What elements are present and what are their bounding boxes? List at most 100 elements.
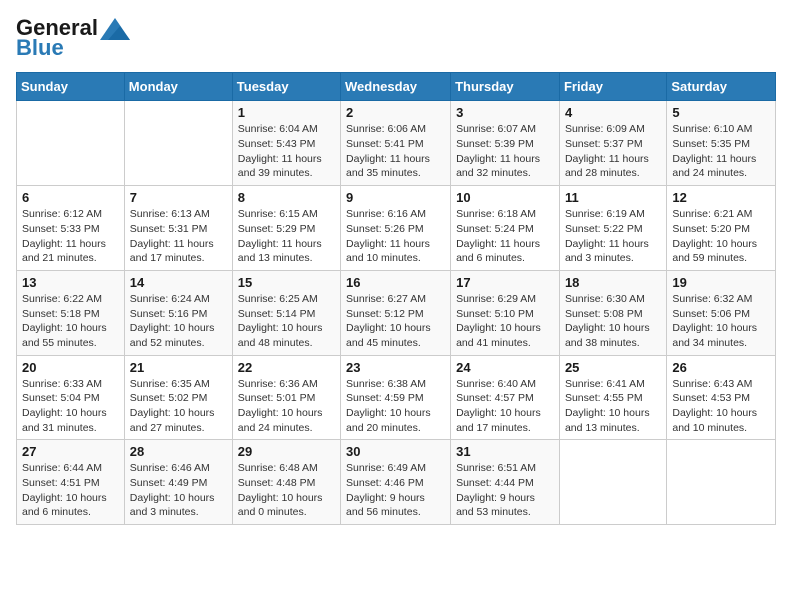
calendar-cell: 1Sunrise: 6:04 AM Sunset: 5:43 PM Daylig… xyxy=(232,101,340,186)
calendar-cell xyxy=(559,440,666,525)
logo: General Blue xyxy=(16,16,130,60)
day-number: 5 xyxy=(672,105,770,120)
calendar-cell: 13 Sunrise: 6:22 AM Sunset: 5:18 PM Dayli… xyxy=(17,270,125,355)
day-info: Sunrise: 6:44 AM Sunset: 4:51 PM Dayligh… xyxy=(22,461,119,520)
day-info: Sunrise: 6:51 AM Sunset: 4:44 PM Dayligh… xyxy=(456,461,554,520)
day-info: Sunrise: 6:49 AM Sunset: 4:46 PM Dayligh… xyxy=(346,461,445,520)
calendar-cell: 8 Sunrise: 6:15 AM Sunset: 5:29 PM Daylig… xyxy=(232,186,340,271)
page-header: General Blue xyxy=(16,16,776,60)
day-number: 23 xyxy=(346,360,445,375)
day-number: 12 xyxy=(672,190,770,205)
day-number: 19 xyxy=(672,275,770,290)
weekday-header-monday: Monday xyxy=(124,73,232,101)
calendar-week-1: 1Sunrise: 6:04 AM Sunset: 5:43 PM Daylig… xyxy=(17,101,776,186)
calendar-cell: 24 Sunrise: 6:40 AM Sunset: 4:57 PM Dayli… xyxy=(451,355,560,440)
calendar-cell: 18 Sunrise: 6:30 AM Sunset: 5:08 PM Dayli… xyxy=(559,270,666,355)
calendar-cell: 10Sunrise: 6:18 AM Sunset: 5:24 PM Dayli… xyxy=(451,186,560,271)
day-info: Sunrise: 6:41 AM Sunset: 4:55 PM Dayligh… xyxy=(565,377,661,436)
day-info: Sunrise: 6:15 AM Sunset: 5:29 PM Dayligh… xyxy=(238,207,335,266)
calendar-cell: 23 Sunrise: 6:38 AM Sunset: 4:59 PM Dayli… xyxy=(341,355,451,440)
day-number: 14 xyxy=(130,275,227,290)
day-number: 2 xyxy=(346,105,445,120)
day-number: 24 xyxy=(456,360,554,375)
calendar-cell: 2 Sunrise: 6:06 AM Sunset: 5:41 PM Daylig… xyxy=(341,101,451,186)
day-info: Sunrise: 6:24 AM Sunset: 5:16 PM Dayligh… xyxy=(130,292,227,351)
day-info: Sunrise: 6:29 AM Sunset: 5:10 PM Dayligh… xyxy=(456,292,554,351)
calendar-week-5: 27 Sunrise: 6:44 AM Sunset: 4:51 PM Dayli… xyxy=(17,440,776,525)
day-info: Sunrise: 6:10 AM Sunset: 5:35 PM Dayligh… xyxy=(672,122,770,181)
day-number: 13 xyxy=(22,275,119,290)
day-info: Sunrise: 6:22 AM Sunset: 5:18 PM Dayligh… xyxy=(22,292,119,351)
calendar-table: SundayMondayTuesdayWednesdayThursdayFrid… xyxy=(16,72,776,525)
day-info: Sunrise: 6:09 AM Sunset: 5:37 PM Dayligh… xyxy=(565,122,661,181)
day-info: Sunrise: 6:46 AM Sunset: 4:49 PM Dayligh… xyxy=(130,461,227,520)
calendar-cell: 27 Sunrise: 6:44 AM Sunset: 4:51 PM Dayli… xyxy=(17,440,125,525)
day-number: 18 xyxy=(565,275,661,290)
calendar-cell: 5 Sunrise: 6:10 AM Sunset: 5:35 PM Daylig… xyxy=(667,101,776,186)
day-info: Sunrise: 6:19 AM Sunset: 5:22 PM Dayligh… xyxy=(565,207,661,266)
calendar-cell xyxy=(667,440,776,525)
logo-icon xyxy=(100,18,130,40)
day-number: 8 xyxy=(238,190,335,205)
day-number: 22 xyxy=(238,360,335,375)
day-number: 3 xyxy=(456,105,554,120)
day-info: Sunrise: 6:13 AM Sunset: 5:31 PM Dayligh… xyxy=(130,207,227,266)
weekday-header-thursday: Thursday xyxy=(451,73,560,101)
day-info: Sunrise: 6:27 AM Sunset: 5:12 PM Dayligh… xyxy=(346,292,445,351)
day-info: Sunrise: 6:06 AM Sunset: 5:41 PM Dayligh… xyxy=(346,122,445,181)
day-info: Sunrise: 6:38 AM Sunset: 4:59 PM Dayligh… xyxy=(346,377,445,436)
calendar-cell: 15 Sunrise: 6:25 AM Sunset: 5:14 PM Dayli… xyxy=(232,270,340,355)
day-info: Sunrise: 6:16 AM Sunset: 5:26 PM Dayligh… xyxy=(346,207,445,266)
weekday-header-saturday: Saturday xyxy=(667,73,776,101)
calendar-cell: 6 Sunrise: 6:12 AM Sunset: 5:33 PM Daylig… xyxy=(17,186,125,271)
day-number: 25 xyxy=(565,360,661,375)
day-number: 11 xyxy=(565,190,661,205)
weekday-header-sunday: Sunday xyxy=(17,73,125,101)
calendar-cell: 28 Sunrise: 6:46 AM Sunset: 4:49 PM Dayli… xyxy=(124,440,232,525)
day-number: 29 xyxy=(238,444,335,459)
calendar-week-3: 13 Sunrise: 6:22 AM Sunset: 5:18 PM Dayli… xyxy=(17,270,776,355)
day-number: 1 xyxy=(238,105,335,120)
day-number: 21 xyxy=(130,360,227,375)
calendar-cell: 31 Sunrise: 6:51 AM Sunset: 4:44 PM Dayli… xyxy=(451,440,560,525)
calendar-cell: 22 Sunrise: 6:36 AM Sunset: 5:01 PM Dayli… xyxy=(232,355,340,440)
weekday-header-tuesday: Tuesday xyxy=(232,73,340,101)
calendar-cell: 4Sunrise: 6:09 AM Sunset: 5:37 PM Daylig… xyxy=(559,101,666,186)
calendar-cell: 17 Sunrise: 6:29 AM Sunset: 5:10 PM Dayli… xyxy=(451,270,560,355)
day-number: 9 xyxy=(346,190,445,205)
day-number: 26 xyxy=(672,360,770,375)
day-info: Sunrise: 6:33 AM Sunset: 5:04 PM Dayligh… xyxy=(22,377,119,436)
day-info: Sunrise: 6:07 AM Sunset: 5:39 PM Dayligh… xyxy=(456,122,554,181)
day-number: 7 xyxy=(130,190,227,205)
calendar-cell: 9 Sunrise: 6:16 AM Sunset: 5:26 PM Daylig… xyxy=(341,186,451,271)
day-number: 6 xyxy=(22,190,119,205)
day-info: Sunrise: 6:36 AM Sunset: 5:01 PM Dayligh… xyxy=(238,377,335,436)
day-info: Sunrise: 6:25 AM Sunset: 5:14 PM Dayligh… xyxy=(238,292,335,351)
calendar-cell: 14 Sunrise: 6:24 AM Sunset: 5:16 PM Dayli… xyxy=(124,270,232,355)
calendar-cell: 20 Sunrise: 6:33 AM Sunset: 5:04 PM Dayli… xyxy=(17,355,125,440)
day-number: 17 xyxy=(456,275,554,290)
day-info: Sunrise: 6:18 AM Sunset: 5:24 PM Dayligh… xyxy=(456,207,554,266)
day-number: 15 xyxy=(238,275,335,290)
day-info: Sunrise: 6:12 AM Sunset: 5:33 PM Dayligh… xyxy=(22,207,119,266)
calendar-cell: 11 Sunrise: 6:19 AM Sunset: 5:22 PM Dayli… xyxy=(559,186,666,271)
weekday-header-wednesday: Wednesday xyxy=(341,73,451,101)
day-info: Sunrise: 6:40 AM Sunset: 4:57 PM Dayligh… xyxy=(456,377,554,436)
day-info: Sunrise: 6:48 AM Sunset: 4:48 PM Dayligh… xyxy=(238,461,335,520)
day-number: 28 xyxy=(130,444,227,459)
calendar-cell: 7 Sunrise: 6:13 AM Sunset: 5:31 PM Daylig… xyxy=(124,186,232,271)
day-number: 30 xyxy=(346,444,445,459)
calendar-cell xyxy=(124,101,232,186)
day-number: 20 xyxy=(22,360,119,375)
weekday-header-friday: Friday xyxy=(559,73,666,101)
day-info: Sunrise: 6:30 AM Sunset: 5:08 PM Dayligh… xyxy=(565,292,661,351)
day-info: Sunrise: 6:21 AM Sunset: 5:20 PM Dayligh… xyxy=(672,207,770,266)
day-number: 31 xyxy=(456,444,554,459)
day-number: 16 xyxy=(346,275,445,290)
calendar-cell: 29 Sunrise: 6:48 AM Sunset: 4:48 PM Dayli… xyxy=(232,440,340,525)
calendar-cell xyxy=(17,101,125,186)
calendar-cell: 25 Sunrise: 6:41 AM Sunset: 4:55 PM Dayli… xyxy=(559,355,666,440)
day-info: Sunrise: 6:43 AM Sunset: 4:53 PM Dayligh… xyxy=(672,377,770,436)
day-number: 27 xyxy=(22,444,119,459)
calendar-week-4: 20 Sunrise: 6:33 AM Sunset: 5:04 PM Dayli… xyxy=(17,355,776,440)
